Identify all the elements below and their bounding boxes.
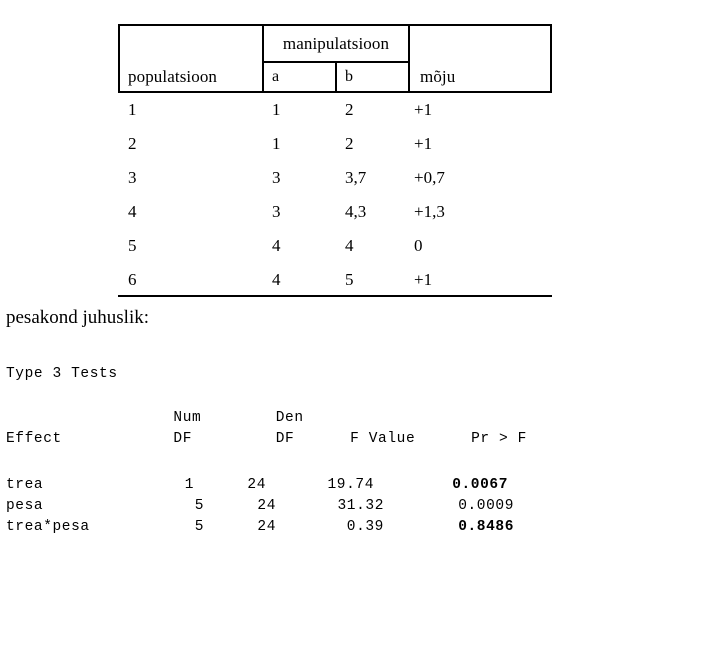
header-cell-b: b bbox=[337, 63, 410, 91]
table-row: 1 1 2 +1 bbox=[118, 93, 552, 127]
cell-moju: +1 bbox=[414, 134, 433, 153]
cell-num-df: 5 bbox=[194, 498, 204, 514]
cell-moju: +1,3 bbox=[414, 202, 445, 221]
table-row: pesa 5 24 31.32 0.0009 bbox=[6, 496, 513, 517]
cell-pr-f: 0.0009 bbox=[458, 498, 514, 514]
header-label-manipulatsioon: manipulatsioon bbox=[282, 34, 390, 53]
table-row: trea 1 24 19.74 0.0067 bbox=[6, 475, 507, 496]
cell-a: 1 bbox=[272, 100, 281, 119]
cell-moju: +0,7 bbox=[414, 168, 445, 187]
cell-effect: pesa bbox=[6, 498, 44, 514]
header-cell-moju: mõju bbox=[410, 26, 550, 91]
stats-header-row-2: Effect DF DF F Value Pr > F bbox=[6, 431, 527, 447]
header-label-moju: mõju bbox=[420, 67, 456, 86]
cell-den-df: 24 bbox=[257, 519, 276, 535]
table-row: trea*pesa 5 24 0.39 0.8486 bbox=[6, 517, 513, 538]
cell-b: 3,7 bbox=[345, 168, 367, 187]
design-table: populatsioon manipulatsioon a b mõju 1 1… bbox=[118, 24, 552, 297]
header-cell-manipulatsioon: manipulatsioon bbox=[264, 26, 410, 63]
cell-populatsioon: 2 bbox=[128, 134, 137, 153]
cell-den-df: 24 bbox=[257, 498, 276, 514]
table-row: 3 3 3,7 +0,7 bbox=[118, 161, 552, 195]
cell-b: 4,3 bbox=[345, 202, 367, 221]
header-cell-a: a bbox=[264, 63, 337, 91]
cell-moju: +1 bbox=[414, 270, 433, 289]
cell-pr-f: 0.0067 bbox=[452, 477, 508, 493]
table-row: 4 3 4,3 +1,3 bbox=[118, 195, 552, 229]
cell-b: 4 bbox=[345, 236, 354, 255]
cell-pr-f: 0.8486 bbox=[458, 519, 514, 535]
cell-a: 3 bbox=[272, 168, 281, 187]
table-row: 6 4 5 +1 bbox=[118, 263, 552, 297]
cell-a: 1 bbox=[272, 134, 281, 153]
cell-moju: 0 bbox=[414, 236, 423, 255]
header-label-a: a bbox=[272, 68, 280, 85]
stats-table-body: trea 1 24 19.74 0.0067 pesa 5 24 31.32 0… bbox=[6, 475, 513, 538]
table-row: 2 1 2 +1 bbox=[118, 127, 552, 161]
cell-b: 2 bbox=[345, 134, 354, 153]
cell-den-df: 24 bbox=[247, 477, 266, 493]
cell-populatsioon: 4 bbox=[128, 202, 137, 221]
sas-output-title: Type 3 Tests bbox=[6, 366, 118, 382]
cell-a: 4 bbox=[272, 270, 281, 289]
header-label-populatsioon: populatsioon bbox=[128, 67, 218, 86]
stats-header-row-1: Num Den bbox=[6, 410, 304, 426]
cell-num-df: 5 bbox=[194, 519, 204, 535]
cell-b: 2 bbox=[345, 100, 354, 119]
cell-effect: trea bbox=[6, 477, 44, 493]
design-table-header: populatsioon manipulatsioon a b mõju bbox=[118, 24, 552, 93]
cell-moju: +1 bbox=[414, 100, 433, 119]
table-row: 5 4 4 0 bbox=[118, 229, 552, 263]
cell-a: 3 bbox=[272, 202, 281, 221]
cell-populatsioon: 1 bbox=[128, 100, 137, 119]
cell-f-value: 0.39 bbox=[346, 519, 384, 535]
cell-populatsioon: 3 bbox=[128, 168, 137, 187]
page-title: pesakond juhuslik: bbox=[6, 307, 150, 328]
table-bottom-rule bbox=[118, 295, 552, 297]
cell-populatsioon: 5 bbox=[128, 236, 137, 255]
cell-effect: trea*pesa bbox=[6, 519, 90, 535]
header-cell-populatsioon: populatsioon bbox=[120, 26, 264, 91]
cell-populatsioon: 6 bbox=[128, 270, 137, 289]
cell-f-value: 31.32 bbox=[337, 498, 384, 514]
cell-num-df: 1 bbox=[184, 477, 194, 493]
cell-b: 5 bbox=[345, 270, 354, 289]
cell-f-value: 19.74 bbox=[327, 477, 374, 493]
cell-a: 4 bbox=[272, 236, 281, 255]
header-label-b: b bbox=[345, 68, 354, 85]
